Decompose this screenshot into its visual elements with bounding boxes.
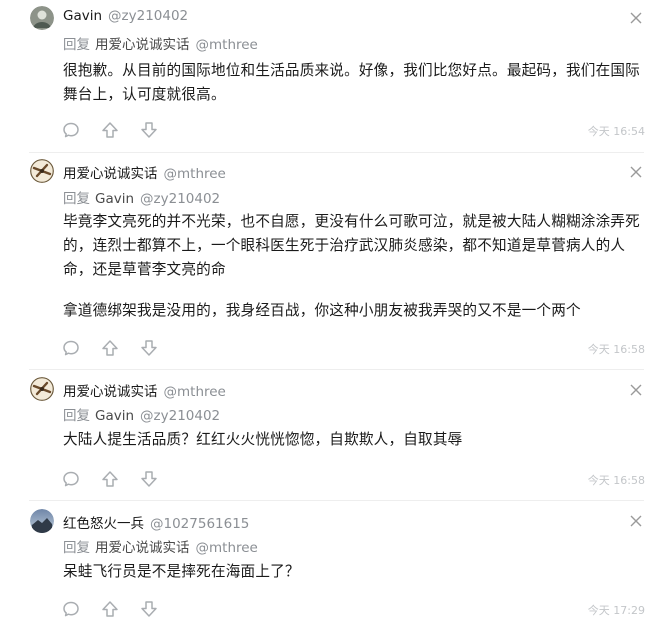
reply-to-line: 回复 用爱心说诚实话 @mthree: [63, 33, 258, 53]
reply-to-line: 回复 Gavin @zy210402: [63, 187, 220, 207]
username[interactable]: 用爱心说诚实话: [63, 384, 158, 400]
avatar[interactable]: [30, 6, 54, 30]
comment-timestamp: 今天 16:58: [587, 474, 645, 487]
avatar[interactable]: [30, 377, 54, 401]
user-handle[interactable]: @zy210402: [108, 8, 188, 24]
comment-body: 毕竟李文亮死的并不光荣，也不自愿，更没有什么可歌可泣，就是被大陆人糊糊涂涂弄死的…: [63, 210, 643, 323]
reply-to-line: 回复 Gavin @zy210402: [63, 404, 220, 424]
downvote-arrow-icon[interactable]: [140, 121, 158, 139]
comment-text: 拿道德绑架我是没用的，我身经百战，你这种小朋友被我弄哭的又不是一个两个: [63, 302, 581, 319]
comment-timestamp: 今天 16:54: [587, 125, 645, 138]
comment-timestamp: 今天 16:58: [587, 343, 645, 356]
reply-to-handle[interactable]: @mthree: [196, 37, 258, 53]
comment-icon[interactable]: [62, 121, 80, 139]
user-handle[interactable]: @mthree: [164, 384, 226, 400]
comment-item: Gavin @zy210402 回复 用爱心说诚实话 @mthree 很抱歉。从目前的…: [0, 0, 656, 152]
comment-body: 呆蛙飞行员是不是摔死在海面上了？: [63, 560, 643, 584]
comment-text: 毕竟李文亮死的并不光荣，也不自愿，更没有什么可歌可泣，就是被大陆人糊糊涂涂弄死的…: [63, 213, 640, 278]
reply-prefix: 回复: [63, 408, 90, 424]
reply-to-username[interactable]: Gavin: [95, 408, 134, 424]
reply-to-username[interactable]: 用爱心说诚实话: [95, 540, 190, 556]
more-options-icon[interactable]: [629, 383, 643, 397]
comment-author: 用爱心说诚实话 @mthree: [63, 380, 226, 400]
comment-item: 用爱心说诚实话 @mthree 回复 Gavin @zy210402 大陆人提生活品质…: [0, 370, 656, 500]
comment-icon[interactable]: [62, 600, 80, 618]
comment-body: 很抱歉。从目前的国际地位和生活品质来说。好像，我们比您好点。最起码，我们在国际舞…: [63, 59, 643, 107]
downvote-arrow-icon[interactable]: [140, 600, 158, 618]
comment-author: Gavin @zy210402: [63, 8, 188, 24]
comment-text: 呆蛙飞行员是不是摔死在海面上了？: [63, 563, 300, 580]
username[interactable]: Gavin: [63, 8, 102, 24]
comment-timestamp: 今天 17:29: [587, 604, 645, 617]
username[interactable]: 用爱心说诚实话: [63, 166, 158, 182]
comment-text: 大陆人提生活品质？红红火火恍恍惚惚，自欺欺人，自取其辱: [63, 431, 463, 448]
reply-to-handle[interactable]: @zy210402: [140, 191, 220, 207]
comment-body: 大陆人提生活品质？红红火火恍恍惚惚，自欺欺人，自取其辱: [63, 428, 643, 452]
reply-prefix: 回复: [63, 191, 90, 207]
avatar[interactable]: [30, 509, 54, 533]
reply-prefix: 回复: [63, 540, 90, 556]
reply-prefix: 回复: [63, 37, 90, 53]
user-handle[interactable]: @mthree: [164, 166, 226, 182]
more-options-icon[interactable]: [629, 11, 643, 25]
comment-text: 很抱歉。从目前的国际地位和生活品质来说。好像，我们比您好点。最起码，我们在国际舞…: [63, 62, 640, 103]
downvote-arrow-icon[interactable]: [140, 470, 158, 488]
comment-item: 用爱心说诚实话 @mthree 回复 Gavin @zy210402 毕竟李文亮死的并…: [0, 153, 656, 368]
upvote-arrow-icon[interactable]: [101, 470, 119, 488]
comment-icon[interactable]: [62, 339, 80, 357]
reply-to-username[interactable]: Gavin: [95, 191, 134, 207]
more-options-icon[interactable]: [629, 514, 643, 528]
more-options-icon[interactable]: [629, 165, 643, 179]
upvote-arrow-icon[interactable]: [101, 600, 119, 618]
downvote-arrow-icon[interactable]: [140, 339, 158, 357]
comment-item: 红色怒火一兵 @1027561615 回复 用爱心说诚实话 @mthree 呆蛙飞行员…: [0, 501, 656, 632]
reply-to-username[interactable]: 用爱心说诚实话: [95, 37, 190, 53]
comment-icon[interactable]: [62, 470, 80, 488]
comment-author: 用爱心说诚实话 @mthree: [63, 162, 226, 182]
user-handle[interactable]: @1027561615: [150, 516, 249, 532]
avatar[interactable]: [30, 159, 54, 183]
reply-to-line: 回复 用爱心说诚实话 @mthree: [63, 536, 258, 556]
reply-to-handle[interactable]: @zy210402: [140, 408, 220, 424]
username[interactable]: 红色怒火一兵: [63, 516, 144, 532]
upvote-arrow-icon[interactable]: [101, 121, 119, 139]
upvote-arrow-icon[interactable]: [101, 339, 119, 357]
reply-to-handle[interactable]: @mthree: [196, 540, 258, 556]
comment-author: 红色怒火一兵 @1027561615: [63, 512, 249, 532]
